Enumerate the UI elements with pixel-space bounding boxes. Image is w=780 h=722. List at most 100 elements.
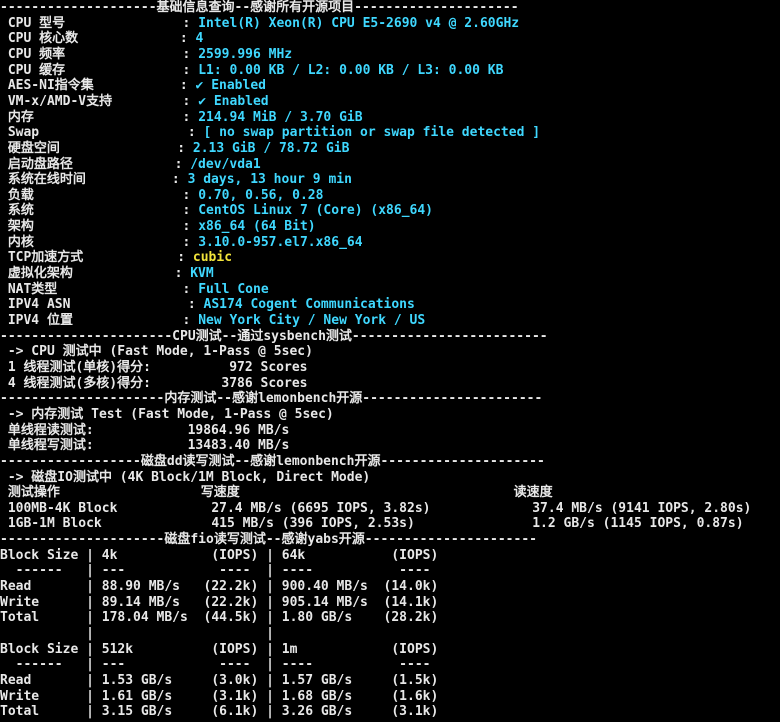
terminal-text: 3 days, 13 hour 9 min xyxy=(187,172,352,188)
terminal-line: 1GB-1M Block 415 MB/s (396 IOPS, 2.53s) … xyxy=(0,516,744,532)
terminal-text: 3.10.0-957.el7.x86_64 xyxy=(198,234,363,250)
terminal-line: 内存 : 214.94 MiB / 3.70 GiB xyxy=(0,110,363,126)
terminal-text: 4 线程测试(多核)得分: 3786 Scores xyxy=(0,375,308,391)
terminal-line: ---------------------磁盘fio读写测试--感谢yabs开源… xyxy=(0,532,537,548)
terminal-line: Block Size | 512k (IOPS) | 1m (IOPS) xyxy=(0,642,438,658)
terminal-line: Read | 88.90 MB/s (22.2k) | 900.40 MB/s … xyxy=(0,579,438,595)
terminal-text: ------ | --- ---- | ---- ---- xyxy=(0,563,431,579)
terminal-text: 2.13 GiB / 78.72 GiB xyxy=(192,140,350,156)
terminal-line: Total | 178.04 MB/s (44.5k) | 1.80 GB/s … xyxy=(0,610,438,626)
terminal-line: CPU 频率 : 2599.996 MHz xyxy=(0,47,292,63)
terminal-text: 内核 xyxy=(0,234,34,250)
terminal-line: -> 磁盘IO测试中 (4K Block/1M Block, Direct Mo… xyxy=(0,470,370,486)
terminal-text: CentOS Linux 7 (Core) (x86_64) xyxy=(198,203,434,219)
terminal-text: Block Size | 4k (IOPS) | 64k (IOPS) xyxy=(0,547,439,563)
terminal-text: 单线程写测试: 13483.40 MB/s xyxy=(0,438,290,454)
terminal-text: ------ | --- ---- | ---- ---- xyxy=(0,657,431,673)
terminal-line: 系统在线时间 : 3 days, 13 hour 9 min xyxy=(0,172,352,188)
terminal-text: 4 xyxy=(195,31,204,47)
terminal-text: -> CPU 测试中 (Fast Mode, 1-Pass @ 5sec) xyxy=(0,344,313,360)
terminal-text: CPU 型号 xyxy=(0,15,66,31)
terminal-line: VM-x/AMD-V支持 : ✔ Enabled xyxy=(0,94,269,110)
terminal-line: --------------------基础信息查询--感谢所有开源项目----… xyxy=(0,0,519,16)
terminal-text: Swap xyxy=(0,125,40,141)
terminal-text: 虚拟化架构 xyxy=(0,266,73,282)
terminal-text: Total | 3.15 GB/s (6.1k) | 3.26 GB/s (3.… xyxy=(0,704,439,720)
terminal-text: 系统在线时间 xyxy=(0,172,86,188)
terminal-text: : xyxy=(33,234,199,250)
terminal-line: IPV4 位置 : New York City / New York / US xyxy=(0,313,425,329)
terminal-text: ------------------磁盘dd读写测试--感谢lemonbench… xyxy=(0,453,545,469)
terminal-text: Total | 178.04 MB/s (44.5k) | 1.80 GB/s … xyxy=(0,610,439,626)
terminal-line: ------ | --- ---- | ---- ---- xyxy=(0,657,431,673)
terminal-text: Read | 88.90 MB/s (22.2k) | 900.40 MB/s … xyxy=(0,579,439,595)
terminal-text: /dev/vda1 xyxy=(190,156,261,172)
terminal-text: ---------------------磁盘fio读写测试--感谢yabs开源… xyxy=(0,532,537,548)
terminal-text: : xyxy=(85,172,188,188)
terminal-line: NAT类型 : Full Cone xyxy=(0,282,269,298)
terminal-text: 架构 xyxy=(0,219,34,235)
terminal-text: ✔ Enabled xyxy=(198,93,269,109)
terminal-text: : xyxy=(83,250,193,266)
terminal-text: Intel(R) Xeon(R) CPU E5-2690 v4 @ 2.60GH… xyxy=(198,15,520,31)
terminal-line: | | xyxy=(0,626,274,642)
terminal-line: CPU 核心数 : 4 xyxy=(0,31,204,47)
terminal-text: KVM xyxy=(190,266,214,282)
terminal-text: : xyxy=(72,313,199,328)
terminal-line: 虚拟化架构 : KVM xyxy=(0,266,214,282)
terminal-line: 单线程读测试: 19864.96 MB/s xyxy=(0,422,290,439)
terminal-line: 架构 : x86_64 (64 Bit) xyxy=(0,219,316,235)
terminal-line: -> 内存测试 Test (Fast Mode, 1-Pass @ 5sec) xyxy=(0,407,334,423)
terminal-text: -> 磁盘IO测试中 (4K Block/1M Block, Direct Mo… xyxy=(0,469,371,485)
terminal-text: CPU 频率 xyxy=(0,46,66,62)
terminal-text: : xyxy=(33,187,199,203)
terminal-text: 系统 xyxy=(0,203,34,219)
terminal-text: : xyxy=(72,266,191,282)
terminal-line: ----------------------CPU测试--通过sysbench测… xyxy=(0,329,548,345)
terminal-line: CPU 型号 : Intel(R) Xeon(R) CPU E5-2690 v4… xyxy=(0,16,519,32)
terminal-text: New York City / New York / US xyxy=(198,313,426,328)
terminal-text: AS174 Cogent Communications xyxy=(203,297,415,313)
terminal-text: ✔ Enabled xyxy=(195,78,266,94)
terminal-text: 测试操作 写速度 读速度 xyxy=(0,485,553,501)
terminal-text: | | xyxy=(0,626,274,641)
terminal-line: ------ | --- ---- | ---- ---- xyxy=(0,563,431,579)
terminal-text: -> 内存测试 Test (Fast Mode, 1-Pass @ 5sec) xyxy=(0,406,334,422)
terminal-line: ------------------磁盘dd读写测试--感谢lemonbench… xyxy=(0,454,545,470)
terminal-text: Block Size | 512k (IOPS) | 1m (IOPS) xyxy=(0,641,439,657)
terminal-line: Block Size | 4k (IOPS) | 64k (IOPS) xyxy=(0,548,438,564)
terminal-line: CPU 缓存 : L1: 0.00 KB / L2: 0.00 KB / L3:… xyxy=(0,63,504,79)
terminal-text: TCP加速方式 xyxy=(0,250,84,266)
terminal-line: 100MB-4K Block 27.4 MB/s (6695 IOPS, 3.8… xyxy=(0,501,752,517)
terminal-text: ----------------------CPU测试--通过sysbench测… xyxy=(0,328,548,344)
terminal-text: 单线程读测试: 19864.96 MB/s xyxy=(0,422,290,438)
terminal-text: Write | 1.61 GB/s (3.1k) | 1.68 GB/s (1.… xyxy=(0,688,439,704)
terminal-line: TCP加速方式 : cubic xyxy=(0,250,232,266)
terminal-text: Full Cone xyxy=(198,281,269,297)
terminal-line: 系统 : CentOS Linux 7 (Core) (x86_64) xyxy=(0,203,433,219)
terminal-text: 启动盘路径 xyxy=(0,156,73,172)
terminal-line: 1 线程测试(单核)得分: 972 Scores xyxy=(0,360,308,376)
terminal-text: CPU 核心数 xyxy=(0,31,79,47)
terminal-line: Read | 1.53 GB/s (3.0k) | 1.57 GB/s (1.5… xyxy=(0,673,438,689)
terminal-line: IPV4 ASN : AS174 Cogent Communications xyxy=(0,297,415,313)
terminal-line: 启动盘路径 : /dev/vda1 xyxy=(0,157,261,173)
terminal-text: 硬盘空间 xyxy=(0,140,60,156)
terminal-text: IPV4 位置 xyxy=(0,313,73,328)
terminal-line: 测试操作 写速度 读速度 xyxy=(0,485,553,501)
terminal-text: 0.70, 0.56, 0.28 xyxy=(198,187,324,203)
terminal-text: IPV4 ASN xyxy=(0,297,71,313)
terminal-text: x86_64 (64 Bit) xyxy=(198,219,316,235)
terminal-text: 214.94 MiB / 3.70 GiB xyxy=(198,109,363,125)
terminal-text: : xyxy=(70,297,204,313)
terminal-text: --------------------基础信息查询--感谢所有开源项目----… xyxy=(0,0,519,15)
terminal-text: [ no swap partition or swap file detecte… xyxy=(203,125,541,141)
terminal-text: Read | 1.53 GB/s (3.0k) | 1.57 GB/s (1.5… xyxy=(0,672,439,688)
terminal-text: Write | 89.14 MB/s (22.2k) | 905.14 MB/s… xyxy=(0,594,439,610)
terminal-text: 1GB-1M Block 415 MB/s (396 IOPS, 2.53s) … xyxy=(0,516,744,532)
terminal-text: 内存 xyxy=(0,109,34,125)
terminal-line: 4 线程测试(多核)得分: 3786 Scores xyxy=(0,376,308,392)
terminal-text: : xyxy=(33,219,199,235)
terminal-text: : xyxy=(57,281,199,297)
terminal-text: AES-NI指令集 xyxy=(0,78,94,94)
